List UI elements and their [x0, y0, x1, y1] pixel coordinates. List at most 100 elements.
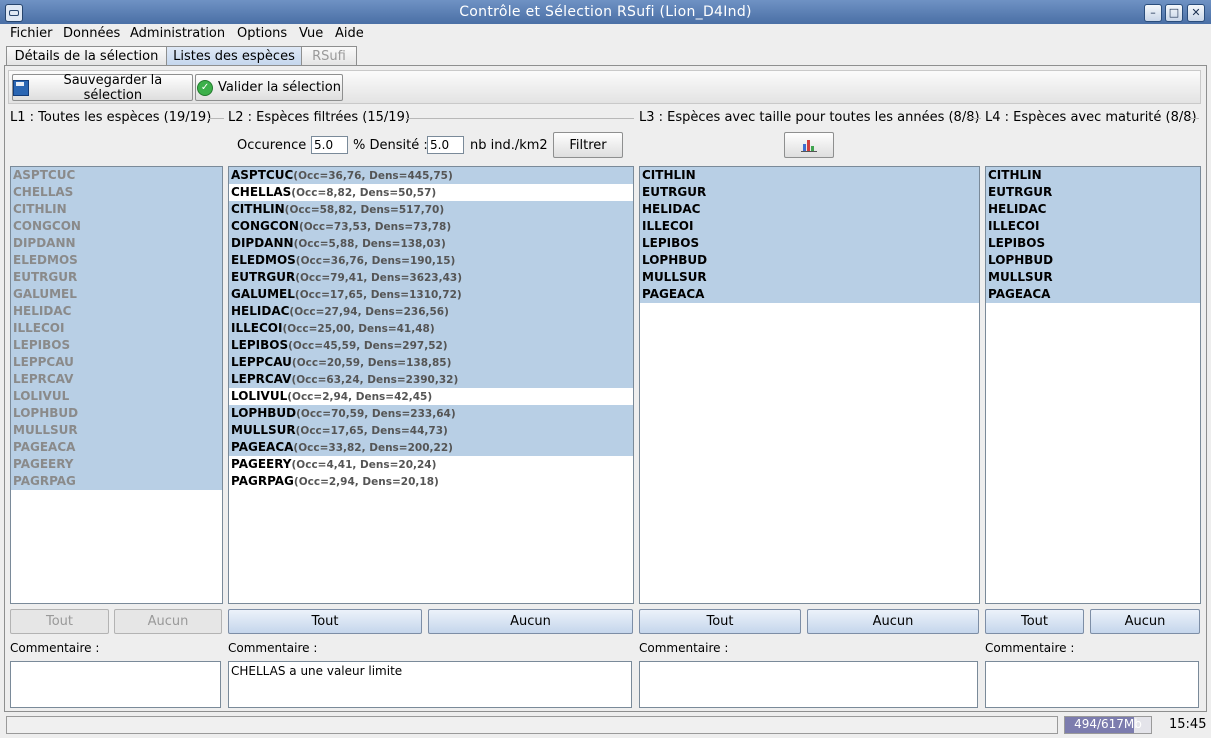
list-item[interactable]: HELIDAC	[11, 303, 222, 320]
l3-none-button[interactable]: Aucun	[807, 609, 979, 634]
list-item[interactable]: PAGEACA(Occ=33,82, Dens=200,22)	[229, 439, 633, 456]
menu-administration[interactable]: Administration	[130, 26, 225, 41]
list-item[interactable]: LEPIBOS	[986, 235, 1200, 252]
check-icon: ✓	[197, 79, 214, 96]
validate-selection-button[interactable]: ✓ Valider la sélection	[195, 74, 343, 101]
species-code: LEPIBOS	[231, 338, 289, 352]
list-item[interactable]: LEPIBOS(Occ=45,59, Dens=297,52)	[229, 337, 633, 354]
memory-indicator[interactable]: 494/617Mb	[1064, 716, 1152, 734]
menu-donnees[interactable]: Données	[63, 26, 120, 41]
list-item[interactable]: HELIDAC	[986, 201, 1200, 218]
list-item[interactable]: DIPDANN(Occ=5,88, Dens=138,03)	[229, 235, 633, 252]
list-item[interactable]: MULLSUR	[986, 269, 1200, 286]
l4-all-button[interactable]: Tout	[985, 609, 1084, 634]
list-item[interactable]: DIPDANN	[11, 235, 222, 252]
close-icon[interactable]: ✕	[1187, 4, 1205, 22]
list-item[interactable]: CONGCON(Occ=73,53, Dens=73,78)	[229, 218, 633, 235]
tab-listes-especes[interactable]: Listes des espèces	[166, 46, 302, 67]
list-item[interactable]: LEPPCAU(Occ=20,59, Dens=138,85)	[229, 354, 633, 371]
l3-all-button[interactable]: Tout	[639, 609, 801, 634]
menu-aide[interactable]: Aide	[335, 26, 364, 41]
occurence-input[interactable]: 5.0	[311, 136, 348, 154]
list-item[interactable]: LEPPCAU	[11, 354, 222, 371]
l2-species-list[interactable]: ASPTCUC(Occ=36,76, Dens=445,75) CHELLAS(O…	[228, 166, 634, 604]
l1-species-list[interactable]: ASPTCUC CHELLAS CITHLIN CONGCON DIPDANN ELEDM…	[10, 166, 223, 604]
list-item[interactable]: PAGEACA	[11, 439, 222, 456]
list-item[interactable]: MULLSUR(Occ=17,65, Dens=44,73)	[229, 422, 633, 439]
list-item[interactable]: CITHLIN	[640, 167, 979, 184]
list-item[interactable]: CITHLIN	[986, 167, 1200, 184]
list-item[interactable]: PAGRPAG(Occ=2,94, Dens=20,18)	[229, 473, 633, 490]
list-item[interactable]: CHELLAS(Occ=8,82, Dens=50,57)	[229, 184, 633, 201]
list-item[interactable]: CITHLIN	[11, 201, 222, 218]
save-selection-button[interactable]: Sauvegarder la sélection	[12, 73, 193, 103]
list-item[interactable]: ELEDMOS	[11, 252, 222, 269]
list-item[interactable]: EUTRGUR(Occ=79,41, Dens=3623,43)	[229, 269, 633, 286]
list-item[interactable]: LEPRCAV(Occ=63,24, Dens=2390,32)	[229, 371, 633, 388]
list-item[interactable]: LOLIVUL	[11, 388, 222, 405]
list-item[interactable]: LOPHBUD(Occ=70,59, Dens=233,64)	[229, 405, 633, 422]
list-item[interactable]: ILLECOI	[11, 320, 222, 337]
bar-chart-icon	[801, 140, 817, 152]
l4-none-button[interactable]: Aucun	[1090, 609, 1200, 634]
list-item[interactable]: LEPRCAV	[11, 371, 222, 388]
list-item[interactable]: CONGCON	[11, 218, 222, 235]
list-item[interactable]: LOPHBUD	[11, 405, 222, 422]
l2-comment-textarea[interactable]: CHELLAS a une valeur limite	[228, 661, 632, 708]
filter-button[interactable]: Filtrer	[553, 132, 623, 158]
l3-species-list[interactable]: CITHLIN EUTRGUR HELIDAC ILLECOI LEPIBOS LOPHB…	[639, 166, 980, 604]
l2-none-button[interactable]: Aucun	[428, 609, 633, 634]
species-code: LEPPCAU	[13, 355, 74, 369]
l2-all-button[interactable]: Tout	[228, 609, 422, 634]
species-code: PAGEACA	[231, 440, 294, 454]
maximize-icon[interactable]: □	[1165, 4, 1183, 22]
list-item[interactable]: PAGEACA	[640, 286, 979, 303]
list-item[interactable]: ASPTCUC	[11, 167, 222, 184]
minimize-icon[interactable]: –	[1144, 4, 1162, 22]
list-item[interactable]: LOPHBUD	[640, 252, 979, 269]
list-item[interactable]: MULLSUR	[640, 269, 979, 286]
tab-details-selection[interactable]: Détails de la sélection	[6, 46, 167, 67]
l4-species-list[interactable]: CITHLIN EUTRGUR HELIDAC ILLECOI LEPIBOS LOPHB…	[985, 166, 1201, 604]
list-item[interactable]: ILLECOI	[986, 218, 1200, 235]
list-item[interactable]: EUTRGUR	[11, 269, 222, 286]
l4-comment-textarea[interactable]	[985, 661, 1199, 708]
list-item[interactable]: HELIDAC(Occ=27,94, Dens=236,56)	[229, 303, 633, 320]
list-item[interactable]: EUTRGUR	[986, 184, 1200, 201]
list-item[interactable]: MULLSUR	[11, 422, 222, 439]
list-item[interactable]: GALUMEL(Occ=17,65, Dens=1310,72)	[229, 286, 633, 303]
list-item[interactable]: PAGEERY	[11, 456, 222, 473]
status-bar: 494/617Mb 15:45	[4, 714, 1207, 736]
densite-input[interactable]: 5.0	[427, 136, 464, 154]
list-item[interactable]: PAGEACA	[986, 286, 1200, 303]
species-code: HELIDAC	[642, 202, 701, 216]
list-item[interactable]: ELEDMOS(Occ=36,76, Dens=190,15)	[229, 252, 633, 269]
list-item[interactable]: LOLIVUL(Occ=2,94, Dens=42,45)	[229, 388, 633, 405]
species-code: EUTRGUR	[231, 270, 296, 284]
list-item[interactable]: LOPHBUD	[986, 252, 1200, 269]
l1-comment-textarea[interactable]	[10, 661, 221, 708]
list-item[interactable]: GALUMEL	[11, 286, 222, 303]
species-stats: (Occ=25,00, Dens=41,48)	[282, 323, 435, 335]
list-item[interactable]: ILLECOI	[640, 218, 979, 235]
species-code: HELIDAC	[13, 304, 72, 318]
menu-vue[interactable]: Vue	[299, 26, 323, 41]
list-item[interactable]: PAGEERY(Occ=4,41, Dens=20,24)	[229, 456, 633, 473]
menu-options[interactable]: Options	[237, 26, 287, 41]
list-item[interactable]: LEPIBOS	[640, 235, 979, 252]
species-code: ILLECOI	[988, 219, 1040, 233]
list-item[interactable]: EUTRGUR	[640, 184, 979, 201]
list-item[interactable]: HELIDAC	[640, 201, 979, 218]
list-item[interactable]: CHELLAS	[11, 184, 222, 201]
list-item[interactable]: ILLECOI(Occ=25,00, Dens=41,48)	[229, 320, 633, 337]
list-item[interactable]: CITHLIN(Occ=58,82, Dens=517,70)	[229, 201, 633, 218]
list-item[interactable]: ASPTCUC(Occ=36,76, Dens=445,75)	[229, 167, 633, 184]
chart-button[interactable]	[784, 132, 834, 158]
list-item[interactable]: PAGRPAG	[11, 473, 222, 490]
species-code: DIPDANN	[13, 236, 76, 250]
l3-comment-textarea[interactable]	[639, 661, 978, 708]
menu-fichier[interactable]: Fichier	[10, 26, 53, 41]
list-item[interactable]: LEPIBOS	[11, 337, 222, 354]
species-stats: (Occ=36,76, Dens=190,15)	[295, 255, 456, 267]
species-stats: (Occ=36,76, Dens=445,75)	[293, 170, 453, 182]
